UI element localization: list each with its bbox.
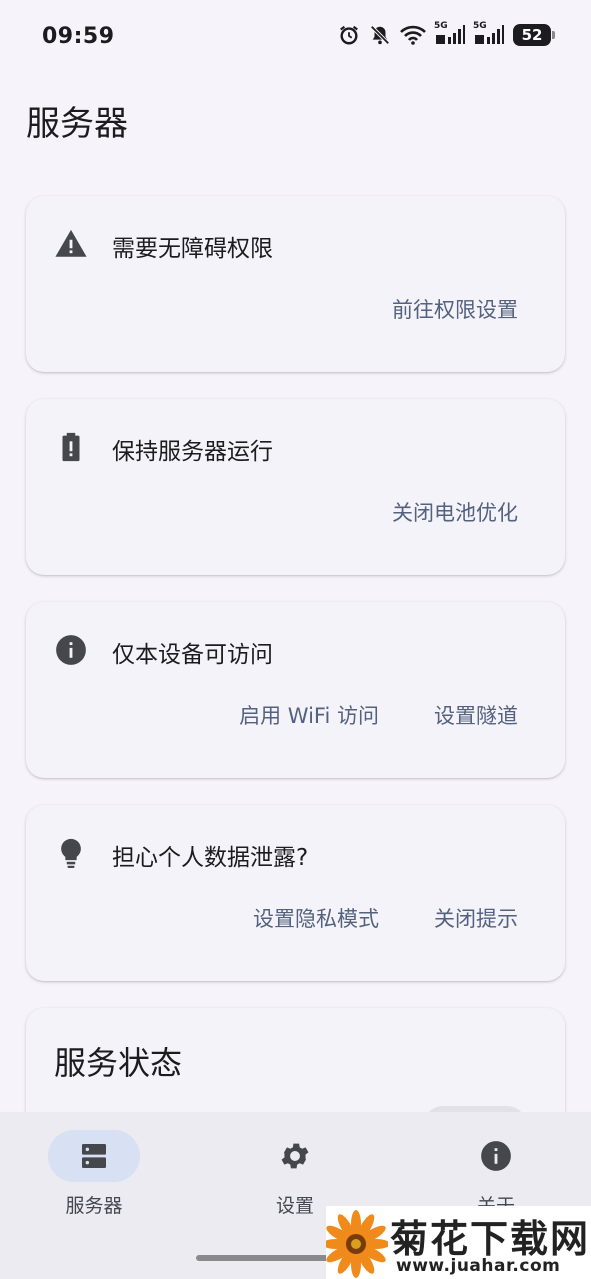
open-permission-settings-button[interactable]: 前往权限设置 [392,294,518,324]
warning-icon [55,229,87,257]
info-icon [481,1141,511,1171]
card-title: 保持服务器运行 [112,439,273,465]
status-bar: 09:59 5G 5G 52 [0,0,591,76]
status-icons: 5G 5G 52 [338,21,555,46]
keep-running-card: 保持服务器运行 关闭电池优化 [26,399,565,575]
card-title: 仅本设备可访问 [112,642,273,668]
enable-wifi-access-button[interactable]: 启用 WiFi 访问 [239,700,379,730]
bell-muted-icon [370,25,390,45]
signal-5g-icon: 5G [434,21,465,45]
gear-icon [281,1143,309,1169]
nav-label: 服务器 [65,1195,123,1217]
signal-5g-icon: 5G [473,21,504,45]
card-title: 需要无障碍权限 [112,236,273,262]
dismiss-tip-button[interactable]: 关闭提示 [434,903,518,933]
server-icon [82,1144,106,1168]
accessibility-permission-card: 需要无障碍权限 前往权限设置 [26,196,565,372]
lightbulb-icon [61,838,81,869]
page-title: 服务器 [26,104,128,144]
watermark-url: www.juahar.com [396,1256,561,1276]
privacy-tip-card: 担心个人数据泄露? 设置隐私模式 关闭提示 [26,805,565,981]
card-title: 担心个人数据泄露? [112,845,309,871]
setup-tunnel-button[interactable]: 设置隧道 [434,700,518,730]
wifi-icon [400,25,426,45]
nav-active-indicator [48,1130,140,1182]
watermark: 菊花下载网 www.juahar.com [326,1206,591,1279]
flower-logo-icon [326,1210,388,1278]
nav-item-server[interactable]: 服务器 [4,1130,184,1218]
setup-privacy-mode-button[interactable]: 设置隐私模式 [253,903,379,933]
battery-alert-icon [62,432,80,462]
nav-item-about[interactable]: 关于 [406,1130,586,1218]
nav-item-settings[interactable]: 设置 [205,1130,385,1218]
alarm-icon [340,25,358,45]
disable-battery-optimization-button[interactable]: 关闭电池优化 [392,497,518,527]
status-time: 09:59 [42,24,115,49]
service-status-title: 服务状态 [54,1044,183,1082]
battery-level: 52 [521,26,543,44]
battery-icon: 52 [513,24,555,46]
local-access-card: 仅本设备可访问 启用 WiFi 访问 设置隧道 [26,602,565,778]
watermark-title: 菊花下载网 [390,1217,591,1261]
info-icon [56,635,86,665]
